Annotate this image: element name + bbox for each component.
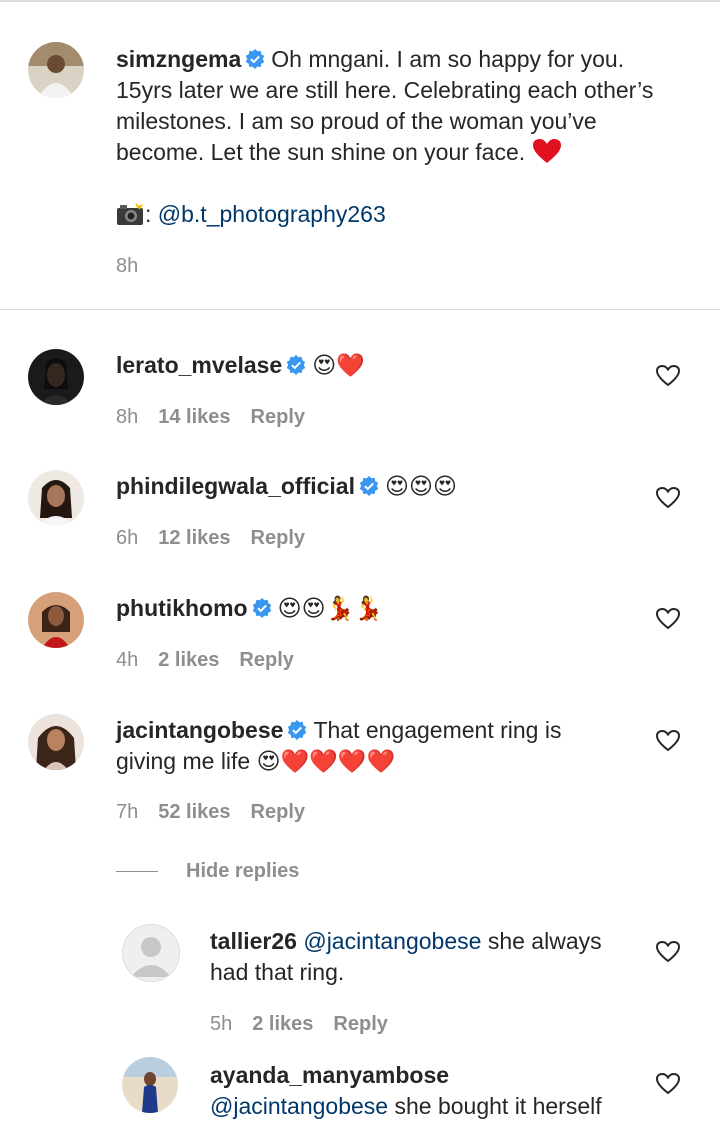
comment-emoji: 😍😍💃💃 <box>277 595 383 621</box>
heart-icon[interactable] <box>655 606 681 632</box>
photo-credit: : @b.t_photography263 <box>116 199 386 230</box>
verified-icon <box>287 355 306 375</box>
comment-username[interactable]: lerato_mvelase <box>116 352 282 378</box>
credit-mention[interactable]: @b.t_photography263 <box>158 201 386 227</box>
comment-username[interactable]: jacintangobese <box>116 717 283 743</box>
reply-body-line2: had that ring. <box>210 959 345 985</box>
comment-likes[interactable]: 2 likes <box>158 649 219 671</box>
avatar[interactable] <box>28 42 84 98</box>
reply-username[interactable]: tallier26 <box>210 928 297 954</box>
reply-username[interactable]: ayanda_manyambose <box>210 1062 449 1088</box>
comment-text: phindilegwala_official 😍😍😍 <box>116 471 457 502</box>
reply-mention[interactable]: @jacintangobese <box>303 928 481 954</box>
verified-icon <box>246 49 265 69</box>
avatar[interactable] <box>28 349 84 405</box>
hide-replies-divider <box>116 871 158 872</box>
verified-icon <box>252 598 271 618</box>
heart-icon[interactable] <box>655 939 681 965</box>
comment-emoji: 😍❤️ <box>312 352 365 378</box>
caption-text: simzngema Oh mngani. I am so happy for yo… <box>116 44 676 168</box>
reply-time: 5h <box>210 1013 233 1035</box>
comment-likes[interactable]: 52 likes <box>158 801 230 823</box>
avatar[interactable] <box>28 470 84 526</box>
credit-prefix: : <box>145 201 152 227</box>
comment-text: jacintangobese That engagement ring is gi… <box>116 715 636 777</box>
reply-likes[interactable]: 2 likes <box>252 1013 313 1035</box>
verified-icon <box>288 720 307 740</box>
reply-button[interactable]: Reply <box>251 801 305 823</box>
comment-emoji: 😍😍😍 <box>384 473 457 499</box>
heart-icon[interactable] <box>655 728 681 754</box>
heart-icon[interactable] <box>655 363 681 389</box>
heart-icon[interactable] <box>655 485 681 511</box>
comment-likes[interactable]: 14 likes <box>158 406 230 428</box>
reply-text: tallier26 @jacintangobese she always had… <box>210 926 650 988</box>
comment-username[interactable]: phutikhomo <box>116 595 248 621</box>
reply-button[interactable]: Reply <box>251 406 305 428</box>
comment-time: 6h <box>116 527 139 549</box>
reply-body: she bought it herself <box>394 1093 602 1119</box>
avatar[interactable] <box>122 924 180 982</box>
comment-text: lerato_mvelase 😍❤️ <box>116 350 365 381</box>
reply-body: she always <box>487 928 602 954</box>
comment-time: 7h <box>116 801 139 823</box>
comment-meta: 4h 2 likes Reply <box>116 649 314 672</box>
caption-time: 8h <box>116 255 139 277</box>
camera-emoji-icon <box>117 203 144 225</box>
reply-meta: 5h 2 likes Reply <box>210 1013 408 1036</box>
comment-time: 4h <box>116 649 139 671</box>
comment-meta: 6h 12 likes Reply <box>116 527 325 550</box>
comment-username[interactable]: phindilegwala_official <box>116 473 355 499</box>
comment-body-line2: giving me life <box>116 748 251 774</box>
avatar[interactable] <box>28 714 84 770</box>
comment-meta: 7h 52 likes Reply <box>116 801 325 824</box>
avatar[interactable] <box>28 592 84 648</box>
verified-icon <box>359 476 379 496</box>
caption-username[interactable]: simzngema <box>116 46 241 72</box>
comment-text: phutikhomo 😍😍💃💃 <box>116 593 383 624</box>
comment-emoji: 😍❤️❤️❤️❤️ <box>256 748 396 774</box>
comment-meta: 8h 14 likes Reply <box>116 406 325 429</box>
avatar[interactable] <box>122 1057 178 1113</box>
comment-time: 8h <box>116 406 139 428</box>
reply-button[interactable]: Reply <box>333 1013 387 1035</box>
reply-button[interactable]: Reply <box>251 527 305 549</box>
hide-replies-button[interactable]: Hide replies <box>186 860 299 883</box>
reply-text: ayanda_manyambose @jacintangobese she bo… <box>210 1060 650 1122</box>
heart-emoji-icon <box>532 139 561 163</box>
reply-mention[interactable]: @jacintangobese <box>210 1093 388 1119</box>
comment-body: That engagement ring is <box>313 717 562 743</box>
comment-likes[interactable]: 12 likes <box>158 527 230 549</box>
heart-icon[interactable] <box>655 1071 681 1097</box>
reply-button[interactable]: Reply <box>239 649 293 671</box>
